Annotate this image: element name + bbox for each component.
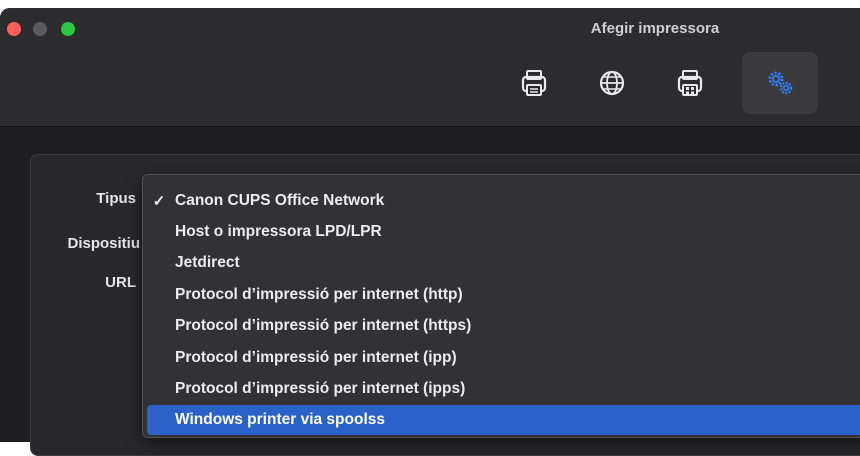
close-button[interactable] — [7, 22, 21, 36]
ip-globe-icon — [599, 70, 625, 96]
type-dropdown-menu: ✓ Canon CUPS Office Network Host o impre… — [142, 174, 860, 438]
toolbar-advanced-button[interactable] — [742, 52, 818, 114]
type-label: Tipus — [96, 190, 136, 207]
menu-item-http[interactable]: Protocol d’impressió per internet (http) — [147, 280, 860, 310]
default-printer-icon — [521, 70, 547, 96]
menu-item-https[interactable]: Protocol d’impressió per internet (https… — [147, 311, 860, 341]
zoom-button[interactable] — [61, 22, 75, 36]
minimize-button[interactable] — [33, 22, 47, 36]
menu-item-spoolss[interactable]: Windows printer via spoolss — [147, 405, 860, 435]
menu-item-ipps[interactable]: Protocol d’impressió per internet (ipps) — [147, 374, 860, 404]
advanced-gears-icon — [768, 71, 793, 95]
title-bar: Afegir impressora — [0, 8, 860, 127]
toolbar-default-button[interactable] — [496, 52, 572, 114]
window-title: Afegir impressora — [590, 20, 720, 37]
menu-item-jetdirect[interactable]: Jetdirect — [147, 248, 860, 278]
url-label: URL — [105, 274, 136, 291]
toolbar-ip-button[interactable] — [574, 52, 650, 114]
menu-item-lpd-lpr[interactable]: Host o impressora LPD/LPR — [147, 217, 860, 247]
checkmark-icon: ✓ — [152, 193, 166, 210]
menu-item-ipp[interactable]: Protocol d’impressió per internet (ipp) — [147, 343, 860, 373]
windows-printer-icon — [677, 70, 703, 96]
toolbar-windows-button[interactable] — [652, 52, 728, 114]
device-label: Dispositiu — [67, 235, 140, 252]
menu-item-canon-cups[interactable]: ✓ Canon CUPS Office Network — [147, 186, 860, 216]
